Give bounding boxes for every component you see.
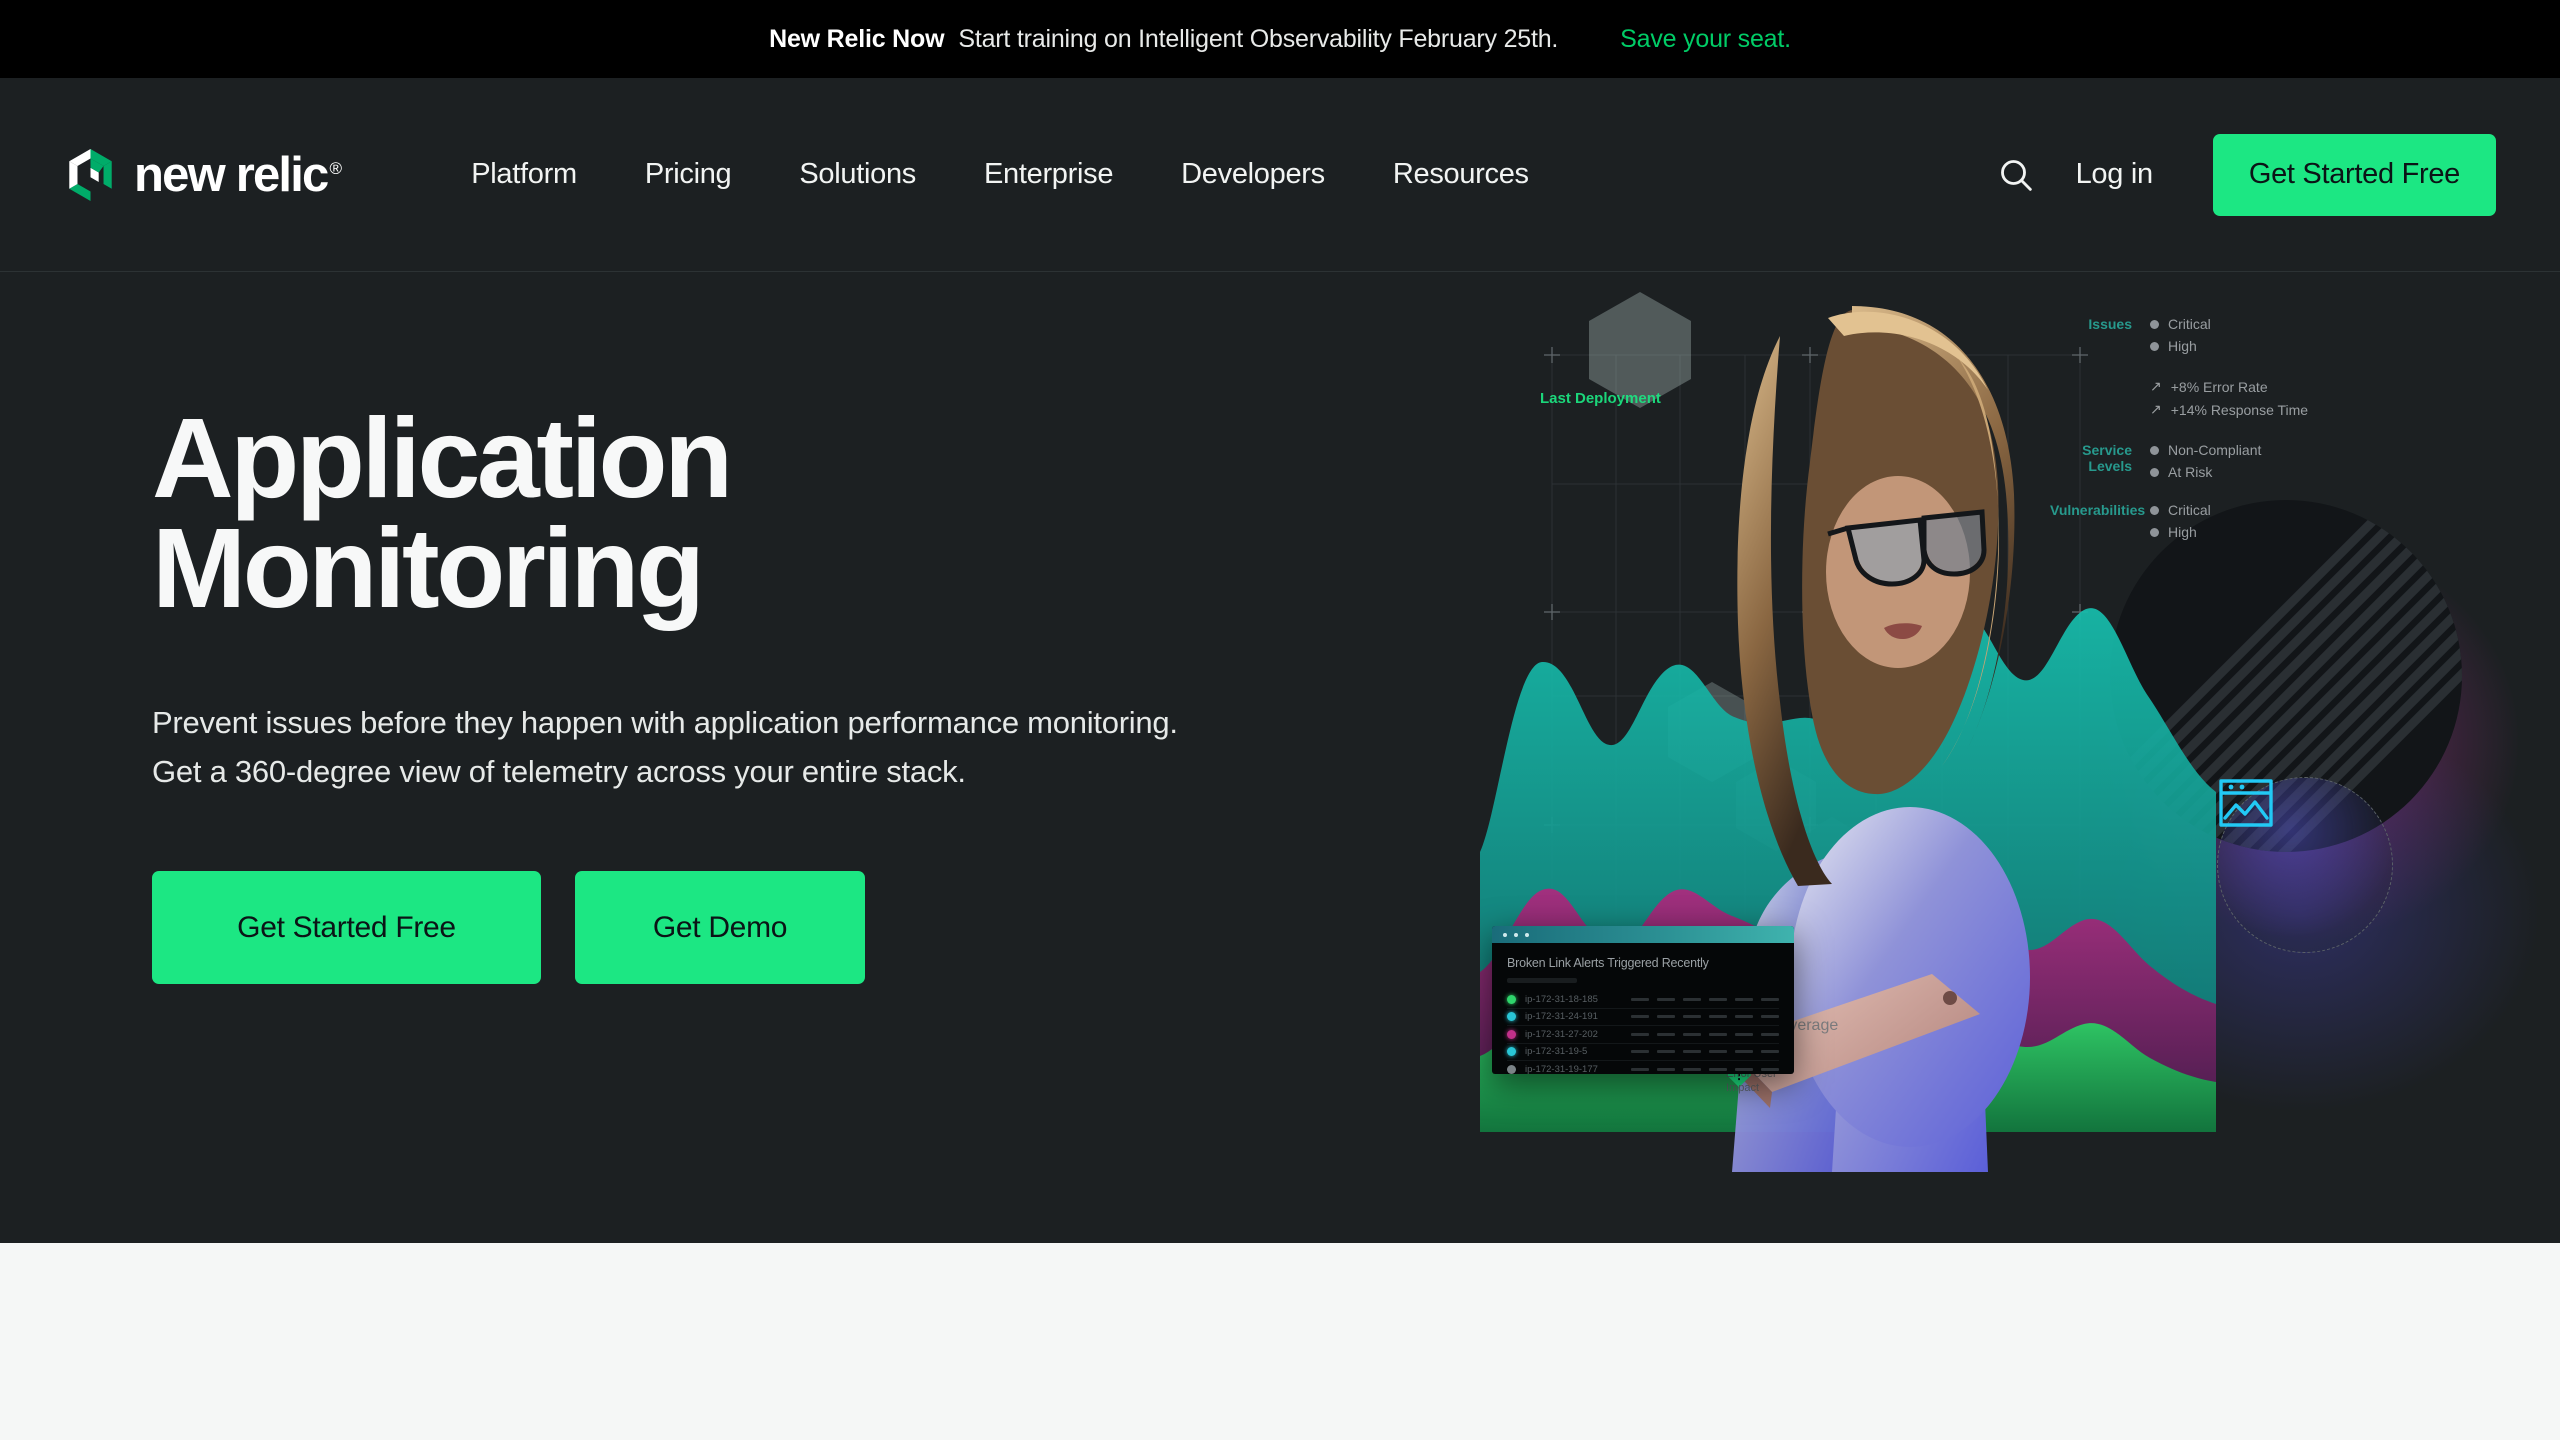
legend-item-label: High [2168, 338, 2197, 354]
page-title: Application Monitoring [152, 402, 1052, 625]
card-title-bar [1492, 926, 1794, 943]
hero-get-started-free-button[interactable]: Get Started Free [152, 871, 541, 985]
alert-host: ip-172-31-19-5 [1525, 1046, 1588, 1058]
table-row: ip-172-31-19-5 [1507, 1044, 1779, 1061]
status-dot [1507, 994, 1516, 1004]
hero-content: Application Monitoring Prevent issues be… [0, 272, 1480, 1243]
table-row: ip-172-31-19-177 [1507, 1061, 1779, 1074]
window-dot-icon [1525, 932, 1529, 937]
hero-cta-group: Get Started Free Get Demo [152, 871, 1480, 985]
card-body: Broken Link Alerts Triggered Recently ip… [1492, 943, 1794, 1074]
hero-illustration: Last Deployment Issues Critical High ↗ +… [1480, 272, 2560, 1243]
brand-wordmark: new relic ® [134, 148, 342, 202]
metric-label: +14% Response Time [2170, 401, 2309, 418]
search-icon[interactable] [1990, 149, 2042, 201]
legend-heading-service-levels: Service Levels [2082, 442, 2132, 474]
legend-item: At Risk [2150, 464, 2261, 480]
legend-heading-issues: Issues [2088, 316, 2132, 332]
hero-get-demo-button[interactable]: Get Demo [575, 871, 865, 985]
hero-title-line-2: Monitoring [152, 504, 705, 631]
legend-item-label: Critical [2168, 502, 2211, 518]
hero-section: Application Monitoring Prevent issues be… [0, 272, 2560, 1243]
impact-line-2: Impact [1726, 1081, 1760, 1094]
table-row: ip-172-31-24-191 [1507, 1009, 1779, 1026]
nav-links: Platform Pricing Solutions Enterprise De… [437, 158, 1563, 191]
metric-label: +8% Error Rate [2170, 378, 2268, 395]
alerts-table: ip-172-31-18-185 ip-172-31-24-191 ip-172… [1507, 991, 1779, 1074]
status-dot [2150, 341, 2159, 351]
announcement-bar: New Relic Now Start training on Intellig… [0, 0, 2560, 78]
hero-metrics-legend: Issues Critical High ↗ +8% Error Rate ↗ … [2050, 316, 2308, 540]
value-placeholders [1631, 1067, 1779, 1071]
trend-up-icon: ↗ [2150, 401, 2162, 417]
status-dot [2150, 527, 2159, 537]
legend-item-label: Critical [2168, 316, 2211, 332]
nav-item-developers[interactable]: Developers [1147, 158, 1359, 191]
legend-item: Non-Compliant [2150, 442, 2261, 458]
nav-item-platform[interactable]: Platform [437, 158, 611, 191]
broken-link-alerts-card[interactable]: Broken Link Alerts Triggered Recently ip… [1492, 926, 1794, 1074]
nav-actions: Log in Get Started Free [1990, 133, 2496, 216]
status-dot [2150, 319, 2159, 329]
metric-row: ↗ +8% Error Rate [2150, 378, 2308, 395]
hero-title-line-1: Application [152, 395, 733, 521]
login-link[interactable]: Log in [2076, 158, 2154, 191]
status-dot [2150, 505, 2159, 515]
main-navigation: new relic ® Platform Pricing Solutions En… [0, 78, 2560, 272]
status-dot [1507, 1064, 1516, 1074]
announcement-label: New Relic Now [769, 24, 945, 53]
legend-heading-vulnerabilities: Vulnerabilities [2050, 502, 2146, 518]
hero-artwork-svg [1480, 292, 2540, 1172]
announcement-cta-link[interactable]: Save your seat. [1620, 25, 1791, 54]
value-placeholders [1631, 1050, 1779, 1054]
announcement-content: New Relic Now Start training on Intellig… [769, 25, 1791, 54]
status-dot [1507, 1012, 1516, 1022]
placeholder-bar [1507, 978, 1577, 983]
legend-group-service-levels: Service Levels Non-Compliant At Risk [2050, 442, 2308, 480]
legend-item: Critical [2150, 316, 2211, 332]
value-placeholders [1631, 1032, 1779, 1036]
new-relic-hexagon-logo-icon [66, 148, 115, 202]
legend-item-label: High [2168, 524, 2197, 540]
alert-host: ip-172-31-18-185 [1525, 993, 1598, 1005]
legend-item: High [2150, 338, 2211, 354]
value-placeholders [1631, 1015, 1779, 1019]
nav-item-pricing[interactable]: Pricing [611, 158, 766, 191]
alert-host: ip-172-31-27-202 [1525, 1028, 1598, 1040]
legend-group-metrics: ↗ +8% Error Rate ↗ +14% Response Time [2050, 378, 2308, 418]
alert-host: ip-172-31-19-177 [1525, 1063, 1598, 1074]
nav-item-resources[interactable]: Resources [1359, 158, 1563, 191]
alerts-card-title: Broken Link Alerts Triggered Recently [1507, 956, 1709, 970]
dashboard-badge [2217, 777, 2393, 953]
window-dot-icon [1503, 932, 1507, 937]
status-dot [1507, 1029, 1516, 1039]
legend-group-vulnerabilities: Vulnerabilities Critical High [2050, 502, 2308, 540]
trend-up-icon: ↗ [2150, 378, 2162, 394]
status-dot [2150, 445, 2159, 455]
legend-item: High [2150, 524, 2211, 540]
legend-group-issues: Issues Critical High [2050, 316, 2308, 354]
legend-heading-metrics [2050, 378, 2150, 418]
get-started-free-button[interactable]: Get Started Free [2212, 133, 2496, 216]
status-dot [2150, 467, 2159, 477]
alert-host: ip-172-31-24-191 [1525, 1011, 1598, 1023]
hero-description: Prevent issues before they happen with a… [152, 705, 1178, 790]
registered-mark: ® [329, 158, 342, 178]
metric-row: ↗ +14% Response Time [2150, 401, 2308, 418]
next-section-placeholder [0, 1243, 2560, 1440]
nav-item-enterprise[interactable]: Enterprise [950, 158, 1147, 191]
value-placeholders [1631, 997, 1779, 1001]
window-dot-icon [1514, 932, 1518, 937]
announcement-text: Start training on Intelligent Observabil… [958, 24, 1559, 53]
brand-logo[interactable]: new relic ® [66, 148, 342, 202]
table-row: ip-172-31-27-202 [1507, 1026, 1779, 1044]
legend-item-label: At Risk [2168, 464, 2213, 480]
status-dot [1507, 1047, 1516, 1057]
legend-item-label: Non-Compliant [2168, 442, 2262, 458]
nav-item-solutions[interactable]: Solutions [765, 158, 950, 191]
table-row: ip-172-31-18-185 [1507, 991, 1779, 1009]
legend-item: Critical [2150, 502, 2211, 518]
